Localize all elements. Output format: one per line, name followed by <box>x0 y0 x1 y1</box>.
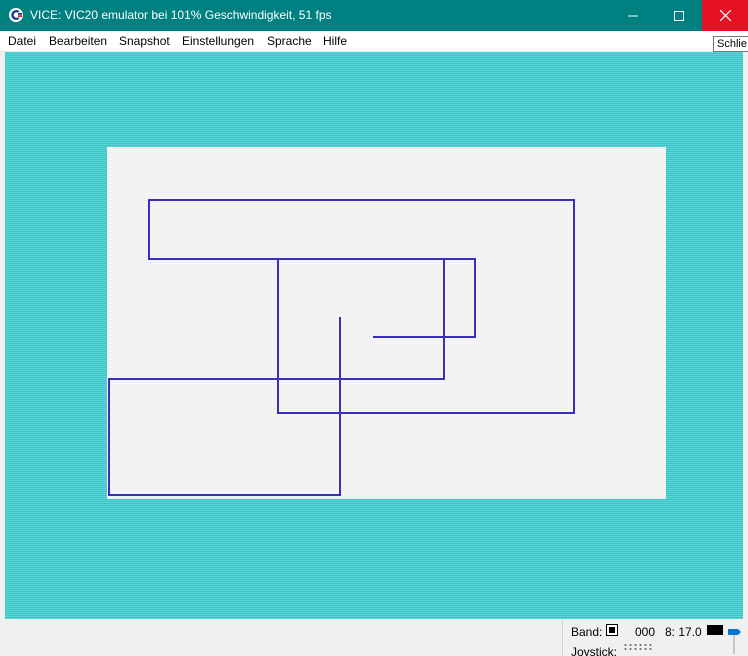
close-tooltip: Schlie <box>713 36 748 52</box>
minimize-icon <box>628 15 638 16</box>
spiral-path <box>108 199 575 496</box>
tape-counter: 000 <box>635 625 656 639</box>
spiral-line-drawing <box>108 199 575 496</box>
maximize-button[interactable] <box>656 0 702 31</box>
tape-label: Band: <box>571 625 603 639</box>
menu-hilfe[interactable]: Hilfe <box>323 34 347 48</box>
window-title: VICE: VIC20 emulator bei 101% Geschwindi… <box>30 8 332 22</box>
volume-slider-icon[interactable] <box>727 628 741 654</box>
drive-led-icon <box>707 625 723 635</box>
menu-einstellungen[interactable]: Einstellungen <box>182 34 254 48</box>
commodore-logo-icon[interactable] <box>8 7 24 23</box>
vice-window: VICE: VIC20 emulator bei 101% Geschwindi… <box>0 0 748 656</box>
vic-display-paper <box>107 147 666 499</box>
emulator-screen[interactable] <box>5 52 743 619</box>
status-bar: Band: 000 8: 17.0 Joystick: <box>0 620 748 656</box>
status-panel: Band: 000 8: 17.0 Joystick: <box>562 620 748 656</box>
menu-datei[interactable]: Datei <box>8 34 36 48</box>
joystick-indicator-icon <box>623 643 653 651</box>
title-bar[interactable]: VICE: VIC20 emulator bei 101% Geschwindi… <box>0 0 748 31</box>
menu-bearbeiten[interactable]: Bearbeiten <box>49 34 107 48</box>
menu-sprache[interactable]: Sprache <box>267 34 312 48</box>
drive-label: 8: 17.0 <box>665 625 702 639</box>
close-button[interactable] <box>702 0 748 31</box>
joystick-label: Joystick: <box>571 645 618 656</box>
minimize-button[interactable] <box>610 0 656 31</box>
maximize-icon <box>674 10 684 21</box>
menu-bar: Datei Bearbeiten Snapshot Einstellungen … <box>0 31 748 52</box>
menu-snapshot[interactable]: Snapshot <box>119 34 170 48</box>
tape-icon[interactable] <box>606 624 618 636</box>
close-icon <box>719 10 731 21</box>
